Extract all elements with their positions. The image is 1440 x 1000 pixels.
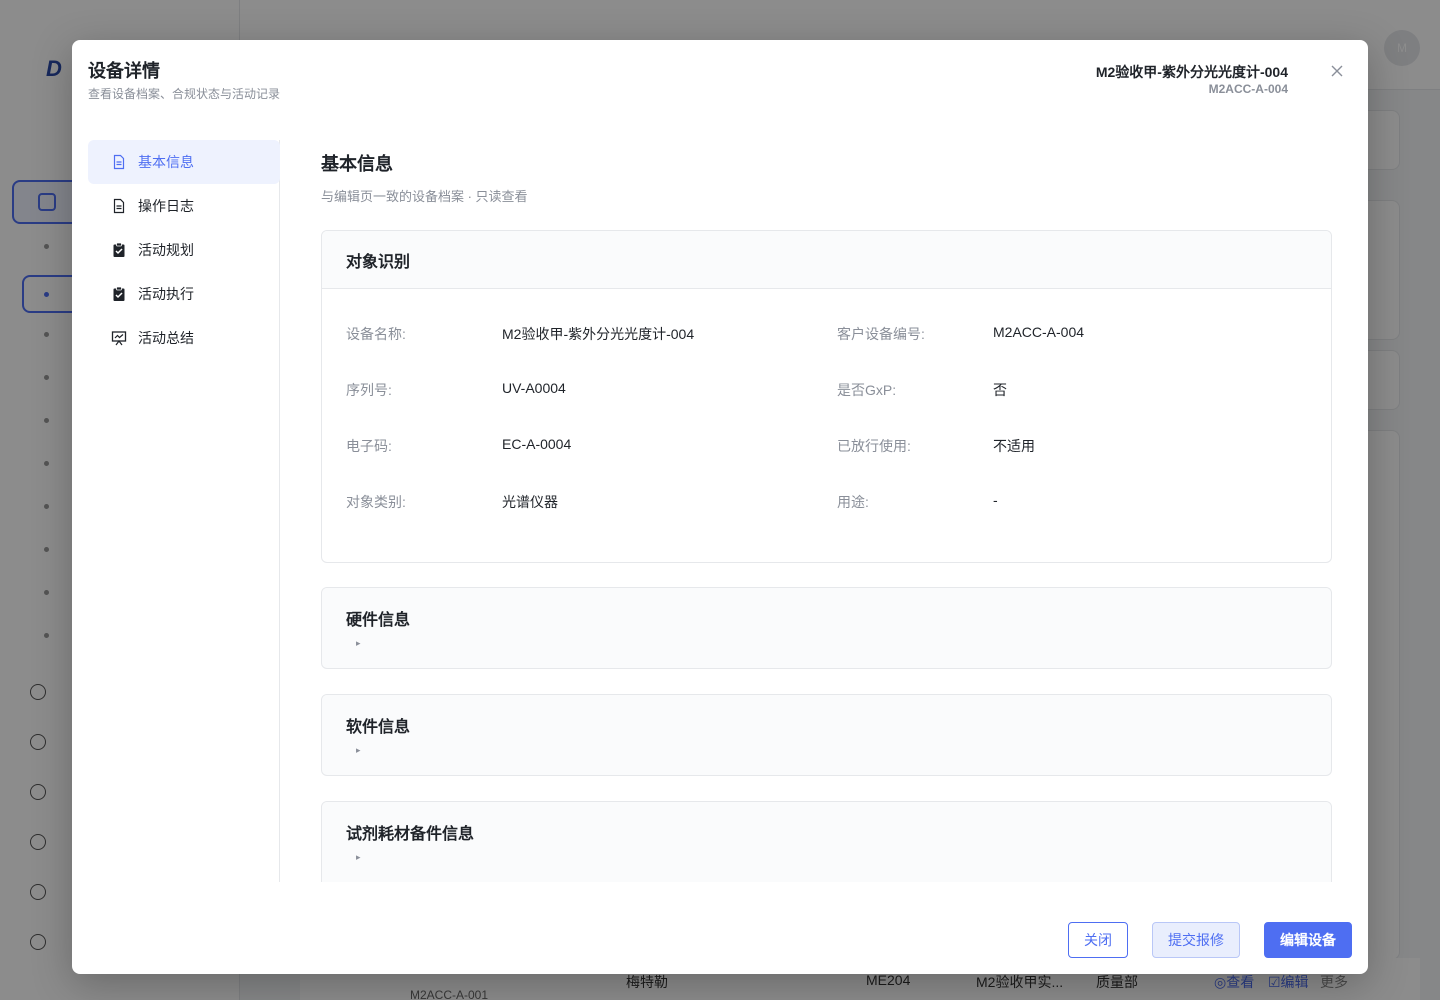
modal-title: 设备详情 xyxy=(88,61,160,81)
software-panel-header[interactable]: 软件信息 ▸ xyxy=(322,695,1331,756)
consumables-panel-header[interactable]: 试剂耗材备件信息 ▸ xyxy=(322,802,1331,863)
document-icon xyxy=(110,197,128,215)
field-value: M2验收甲-紫外分光光度计-004 xyxy=(502,326,695,342)
nav-item-basic-info[interactable]: 基本信息 xyxy=(88,140,280,184)
field-value: 否 xyxy=(993,382,1007,398)
nav-item-label: 操作日志 xyxy=(138,198,194,214)
modal-header: 设备详情 查看设备档案、合规状态与活动记录 M2验收甲-紫外分光光度计-004 … xyxy=(72,40,1368,130)
presentation-icon xyxy=(110,329,128,347)
detail-content: 基本信息 与编辑页一致的设备档案 · 只读查看 对象识别 设备名称: M2验收甲… xyxy=(321,140,1332,882)
nav-item-operation-log[interactable]: 操作日志 xyxy=(88,184,280,228)
clipboard-check-icon xyxy=(110,285,128,303)
clipboard-check-icon xyxy=(110,241,128,259)
hardware-panel: 硬件信息 ▸ xyxy=(321,587,1332,669)
nav-item-label: 活动执行 xyxy=(138,286,194,302)
consumables-panel-title: 试剂耗材备件信息 xyxy=(346,826,475,843)
software-panel: 软件信息 ▸ xyxy=(321,694,1332,776)
field-value: - xyxy=(993,492,998,508)
device-name-header: M2验收甲-紫外分光光度计-004 xyxy=(1095,64,1288,80)
hardware-panel-title: 硬件信息 xyxy=(346,612,411,629)
device-code-header: M2ACC-A-004 xyxy=(1208,82,1288,96)
field-label: 客户设备编号: xyxy=(837,326,925,342)
nav-item-label: 基本信息 xyxy=(138,154,194,170)
modal-subtitle: 查看设备档案、合规状态与活动记录 xyxy=(88,87,281,101)
field-value: 不适用 xyxy=(993,438,1035,454)
identification-panel: 对象识别 设备名称: M2验收甲-紫外分光光度计-004 客户设备编号: M2A… xyxy=(321,230,1332,563)
close-button[interactable]: 关闭 xyxy=(1068,922,1128,958)
field-value: EC-A-0004 xyxy=(502,436,572,452)
nav-item-label: 活动规划 xyxy=(138,242,194,258)
field-value: UV-A0004 xyxy=(502,380,566,396)
nav-item-activity-plan[interactable]: 活动规划 xyxy=(88,228,280,272)
field-label: 用途: xyxy=(837,494,869,510)
field-label: 是否GxP: xyxy=(837,382,897,398)
detail-nav: 基本信息 操作日志 活动规划 活动执行 活动总结 xyxy=(88,140,280,882)
field-label: 设备名称: xyxy=(346,326,406,342)
field-label: 序列号: xyxy=(346,382,392,398)
field-label: 已放行使用: xyxy=(837,438,911,454)
nav-item-label: 活动总结 xyxy=(138,330,194,346)
field-label: 对象类别: xyxy=(346,494,406,510)
field-label: 电子码: xyxy=(346,438,392,454)
section-subtitle: 与编辑页一致的设备档案 · 只读查看 xyxy=(321,189,528,204)
consumables-panel: 试剂耗材备件信息 ▸ xyxy=(321,801,1332,882)
section-title: 基本信息 xyxy=(321,154,393,174)
identification-panel-title: 对象识别 xyxy=(322,231,1331,289)
field-value: 光谱仪器 xyxy=(502,494,558,510)
device-detail-modal: 设备详情 查看设备档案、合规状态与活动记录 M2验收甲-紫外分光光度计-004 … xyxy=(72,40,1368,974)
field-value: M2ACC-A-004 xyxy=(993,324,1085,340)
caret-right-icon[interactable]: ▸ xyxy=(356,852,370,863)
document-icon xyxy=(110,153,128,171)
nav-item-activity-summary[interactable]: 活动总结 xyxy=(88,316,280,360)
submit-repair-button[interactable]: 提交报修 xyxy=(1152,922,1240,958)
hardware-panel-header[interactable]: 硬件信息 ▸ xyxy=(322,588,1331,649)
software-panel-title: 软件信息 xyxy=(346,719,411,736)
nav-item-activity-execution[interactable]: 活动执行 xyxy=(88,272,280,316)
close-icon[interactable] xyxy=(1326,60,1348,82)
caret-right-icon[interactable]: ▸ xyxy=(356,638,370,649)
edit-device-button[interactable]: 编辑设备 xyxy=(1264,922,1352,958)
caret-right-icon[interactable]: ▸ xyxy=(356,745,370,756)
